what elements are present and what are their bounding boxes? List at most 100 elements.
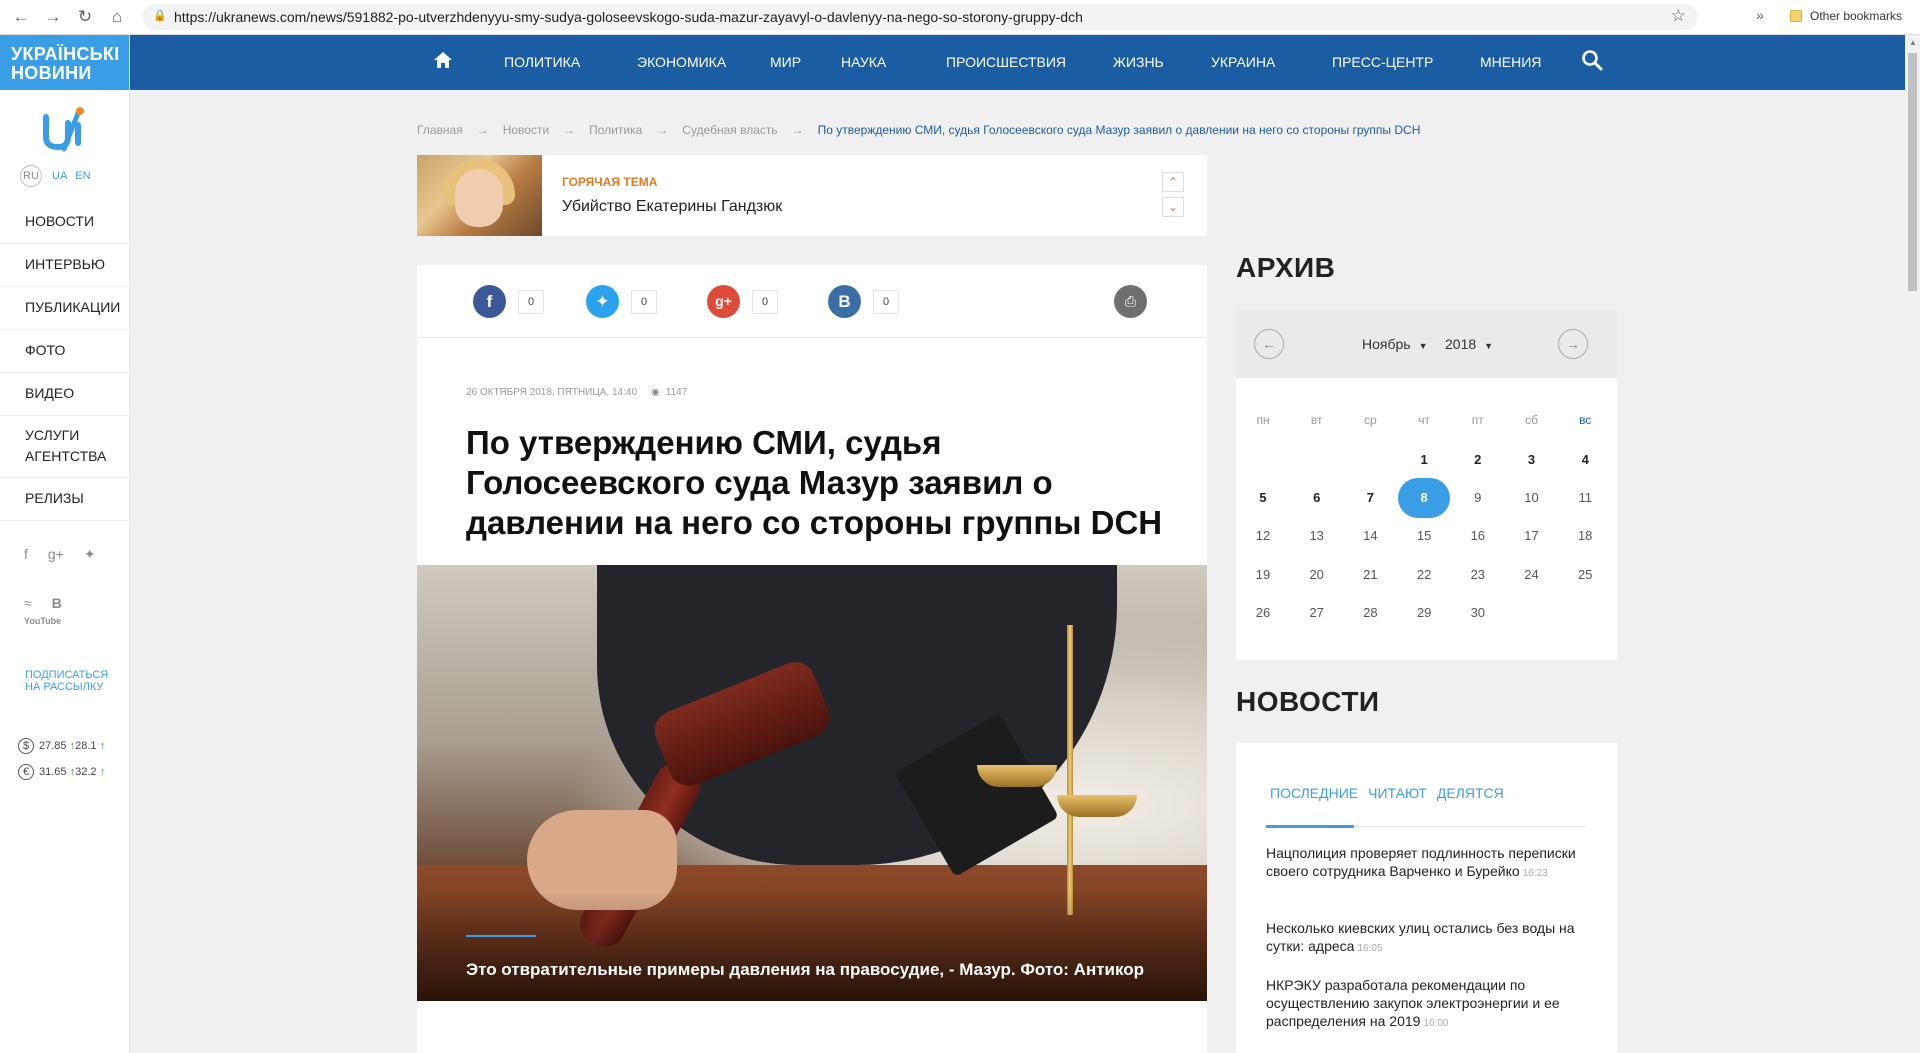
calendar-day[interactable]: 6 — [1290, 490, 1344, 505]
youtube-icon[interactable]: YouTube — [24, 616, 61, 626]
hot-topic-title[interactable]: Убийство Екатерины Гандзюк — [562, 198, 782, 216]
calendar-day[interactable]: 10 — [1505, 490, 1559, 505]
sidebar-item-releases[interactable]: РЕЛИЗЫ — [0, 478, 130, 521]
nav-economy[interactable]: ЭКОНОМИКА — [637, 54, 726, 70]
bookmark-star-icon[interactable]: ☆ — [1671, 6, 1686, 26]
calendar-month-select[interactable]: Ноябрь ▼ — [1362, 336, 1428, 352]
sidebar-item-news[interactable]: НОВОСТИ — [0, 201, 130, 244]
news-item[interactable]: Нацполиция проверяет подлинность перепис… — [1266, 844, 1586, 883]
calendar-day-today[interactable]: 8 — [1397, 490, 1451, 505]
calendar-day[interactable]: 25 — [1558, 567, 1612, 582]
calendar-day[interactable]: 15 — [1397, 528, 1451, 543]
subscribe-link[interactable]: ПОДПИСАТЬСЯ НА РАССЫЛКУ — [25, 669, 108, 693]
calendar-day[interactable]: 7 — [1343, 490, 1397, 505]
forward-icon[interactable]: → — [42, 6, 64, 28]
home-nav-icon[interactable] — [433, 50, 453, 70]
googleplus-share-icon[interactable]: g+ — [707, 285, 740, 318]
hot-topic-banner[interactable]: ГОРЯЧАЯ ТЕМА Убийство Екатерины Гандзюк … — [417, 155, 1207, 236]
calendar-day[interactable]: 22 — [1397, 567, 1451, 582]
breadcrumb-judiciary[interactable]: Судебная власть — [682, 123, 777, 137]
vk-icon[interactable]: B — [52, 595, 62, 611]
calendar-day[interactable]: 4 — [1558, 452, 1612, 467]
facebook-share-icon[interactable]: f — [473, 285, 506, 318]
twitter-icon[interactable]: ✦ — [84, 546, 96, 563]
calendar-day[interactable]: 12 — [1236, 528, 1290, 543]
calendar-day[interactable]: 5 — [1236, 490, 1290, 505]
calendar-day[interactable]: 1 — [1397, 452, 1451, 467]
sidebar-item-agency-services[interactable]: УСЛУГИ АГЕНТСТВА — [0, 416, 130, 478]
tab-latest[interactable]: ПОСЛЕДНИЕ — [1270, 785, 1358, 801]
share-googleplus[interactable]: g+ 0 — [707, 285, 778, 318]
sidebar-item-photo[interactable]: ФОТО — [0, 330, 130, 373]
chevron-up-icon[interactable]: ⌃ — [1162, 172, 1184, 192]
print-icon[interactable]: ⎙ — [1114, 285, 1147, 318]
calendar-day[interactable]: 2 — [1451, 452, 1505, 467]
page-scrollbar[interactable]: ▲ — [1905, 35, 1920, 1053]
calendar-day[interactable]: 23 — [1451, 567, 1505, 582]
scrollbar-thumb[interactable] — [1908, 53, 1917, 291]
scroll-up-arrow-icon[interactable]: ▲ — [1909, 38, 1917, 47]
site-logo-icon[interactable] — [38, 103, 94, 153]
tab-reading[interactable]: ЧИТАЮТ — [1368, 785, 1427, 801]
nav-politics[interactable]: ПОЛИТИКА — [504, 54, 580, 70]
twitter-share-icon[interactable]: ✦ — [586, 285, 619, 318]
other-bookmarks[interactable]: Other bookmarks — [1790, 9, 1902, 23]
article-hero-image[interactable]: Это отвратительные примеры давления на п… — [417, 565, 1207, 1001]
calendar-day[interactable]: 17 — [1505, 528, 1559, 543]
news-item[interactable]: Несколько киевских улиц остались без вод… — [1266, 919, 1586, 958]
home-icon[interactable]: ⌂ — [106, 6, 128, 28]
breadcrumb-news[interactable]: Новости — [503, 123, 549, 137]
chevron-down-icon[interactable]: ⌄ — [1162, 197, 1184, 217]
calendar-day[interactable]: 27 — [1290, 605, 1344, 620]
calendar-prev-arrow-icon[interactable]: ← — [1254, 329, 1284, 359]
calendar-day[interactable]: 16 — [1451, 528, 1505, 543]
reload-icon[interactable]: ↻ — [74, 6, 96, 28]
calendar-day[interactable]: 13 — [1290, 528, 1344, 543]
back-icon[interactable]: ← — [10, 6, 32, 28]
sidebar-item-interviews[interactable]: ИНТЕРВЬЮ — [0, 244, 130, 287]
site-brand[interactable]: УКРАЇНСЬКІ НОВИНИ — [0, 35, 129, 90]
search-icon[interactable] — [1581, 49, 1603, 71]
calendar-day[interactable]: 11 — [1558, 490, 1612, 505]
nav-incidents[interactable]: ПРОИСШЕСТВИЯ — [946, 54, 1066, 70]
calendar-day[interactable]: 29 — [1397, 605, 1451, 620]
calendar-day[interactable]: 3 — [1505, 452, 1559, 467]
calendar-day[interactable]: 21 — [1343, 567, 1397, 582]
calendar-day[interactable]: 20 — [1290, 567, 1344, 582]
calendar-year-select[interactable]: 2018 ▼ — [1445, 336, 1493, 352]
lang-ua[interactable]: UA — [52, 170, 67, 182]
calendar-day[interactable]: 26 — [1236, 605, 1290, 620]
calendar-next-arrow-icon[interactable]: → — [1558, 329, 1588, 359]
news-item[interactable]: НКРЭКУ разработала рекомендации по осуще… — [1266, 976, 1586, 1033]
share-vk[interactable]: B0 — [828, 285, 899, 318]
calendar-day[interactable]: 28 — [1343, 605, 1397, 620]
nav-opinions[interactable]: МНЕНИЯ — [1480, 54, 1541, 70]
lang-en[interactable]: EN — [75, 170, 90, 182]
calendar-day[interactable]: 9 — [1451, 490, 1505, 505]
nav-ukraine[interactable]: УКРАИНА — [1211, 54, 1275, 70]
lang-ru[interactable]: RU — [20, 165, 42, 187]
facebook-icon[interactable]: f — [24, 546, 28, 562]
address-bar[interactable]: 🔒 https://ukranews.com/news/591882-po-ut… — [142, 4, 1698, 30]
address-url[interactable]: https://ukranews.com/news/591882-po-utve… — [174, 9, 1083, 25]
rss-icon[interactable]: ≈ — [24, 595, 32, 611]
nav-science[interactable]: НАУКА — [841, 54, 886, 70]
bookmarks-overflow-icon[interactable]: » — [1756, 7, 1764, 23]
breadcrumb-home[interactable]: Главная — [417, 123, 463, 137]
googleplus-icon[interactable]: g+ — [48, 546, 64, 562]
sidebar-item-publications[interactable]: ПУБЛИКАЦИИ — [0, 287, 130, 330]
nav-press-center[interactable]: ПРЕСС-ЦЕНТР — [1332, 54, 1433, 70]
tab-sharing[interactable]: ДЕЛЯТСЯ — [1437, 785, 1504, 801]
calendar-day[interactable]: 19 — [1236, 567, 1290, 582]
share-twitter[interactable]: ✦ 0 — [586, 285, 657, 318]
share-facebook[interactable]: f0 — [473, 285, 544, 318]
nav-life[interactable]: ЖИЗНЬ — [1113, 54, 1164, 70]
calendar-day[interactable]: 18 — [1558, 528, 1612, 543]
calendar-day[interactable]: 14 — [1343, 528, 1397, 543]
calendar-day[interactable]: 24 — [1505, 567, 1559, 582]
sidebar-item-video[interactable]: ВИДЕО — [0, 373, 130, 416]
breadcrumb-politics[interactable]: Политика — [589, 123, 642, 137]
calendar-day[interactable]: 30 — [1451, 605, 1505, 620]
vk-share-icon[interactable]: B — [828, 285, 861, 318]
nav-world[interactable]: МИР — [770, 54, 801, 70]
